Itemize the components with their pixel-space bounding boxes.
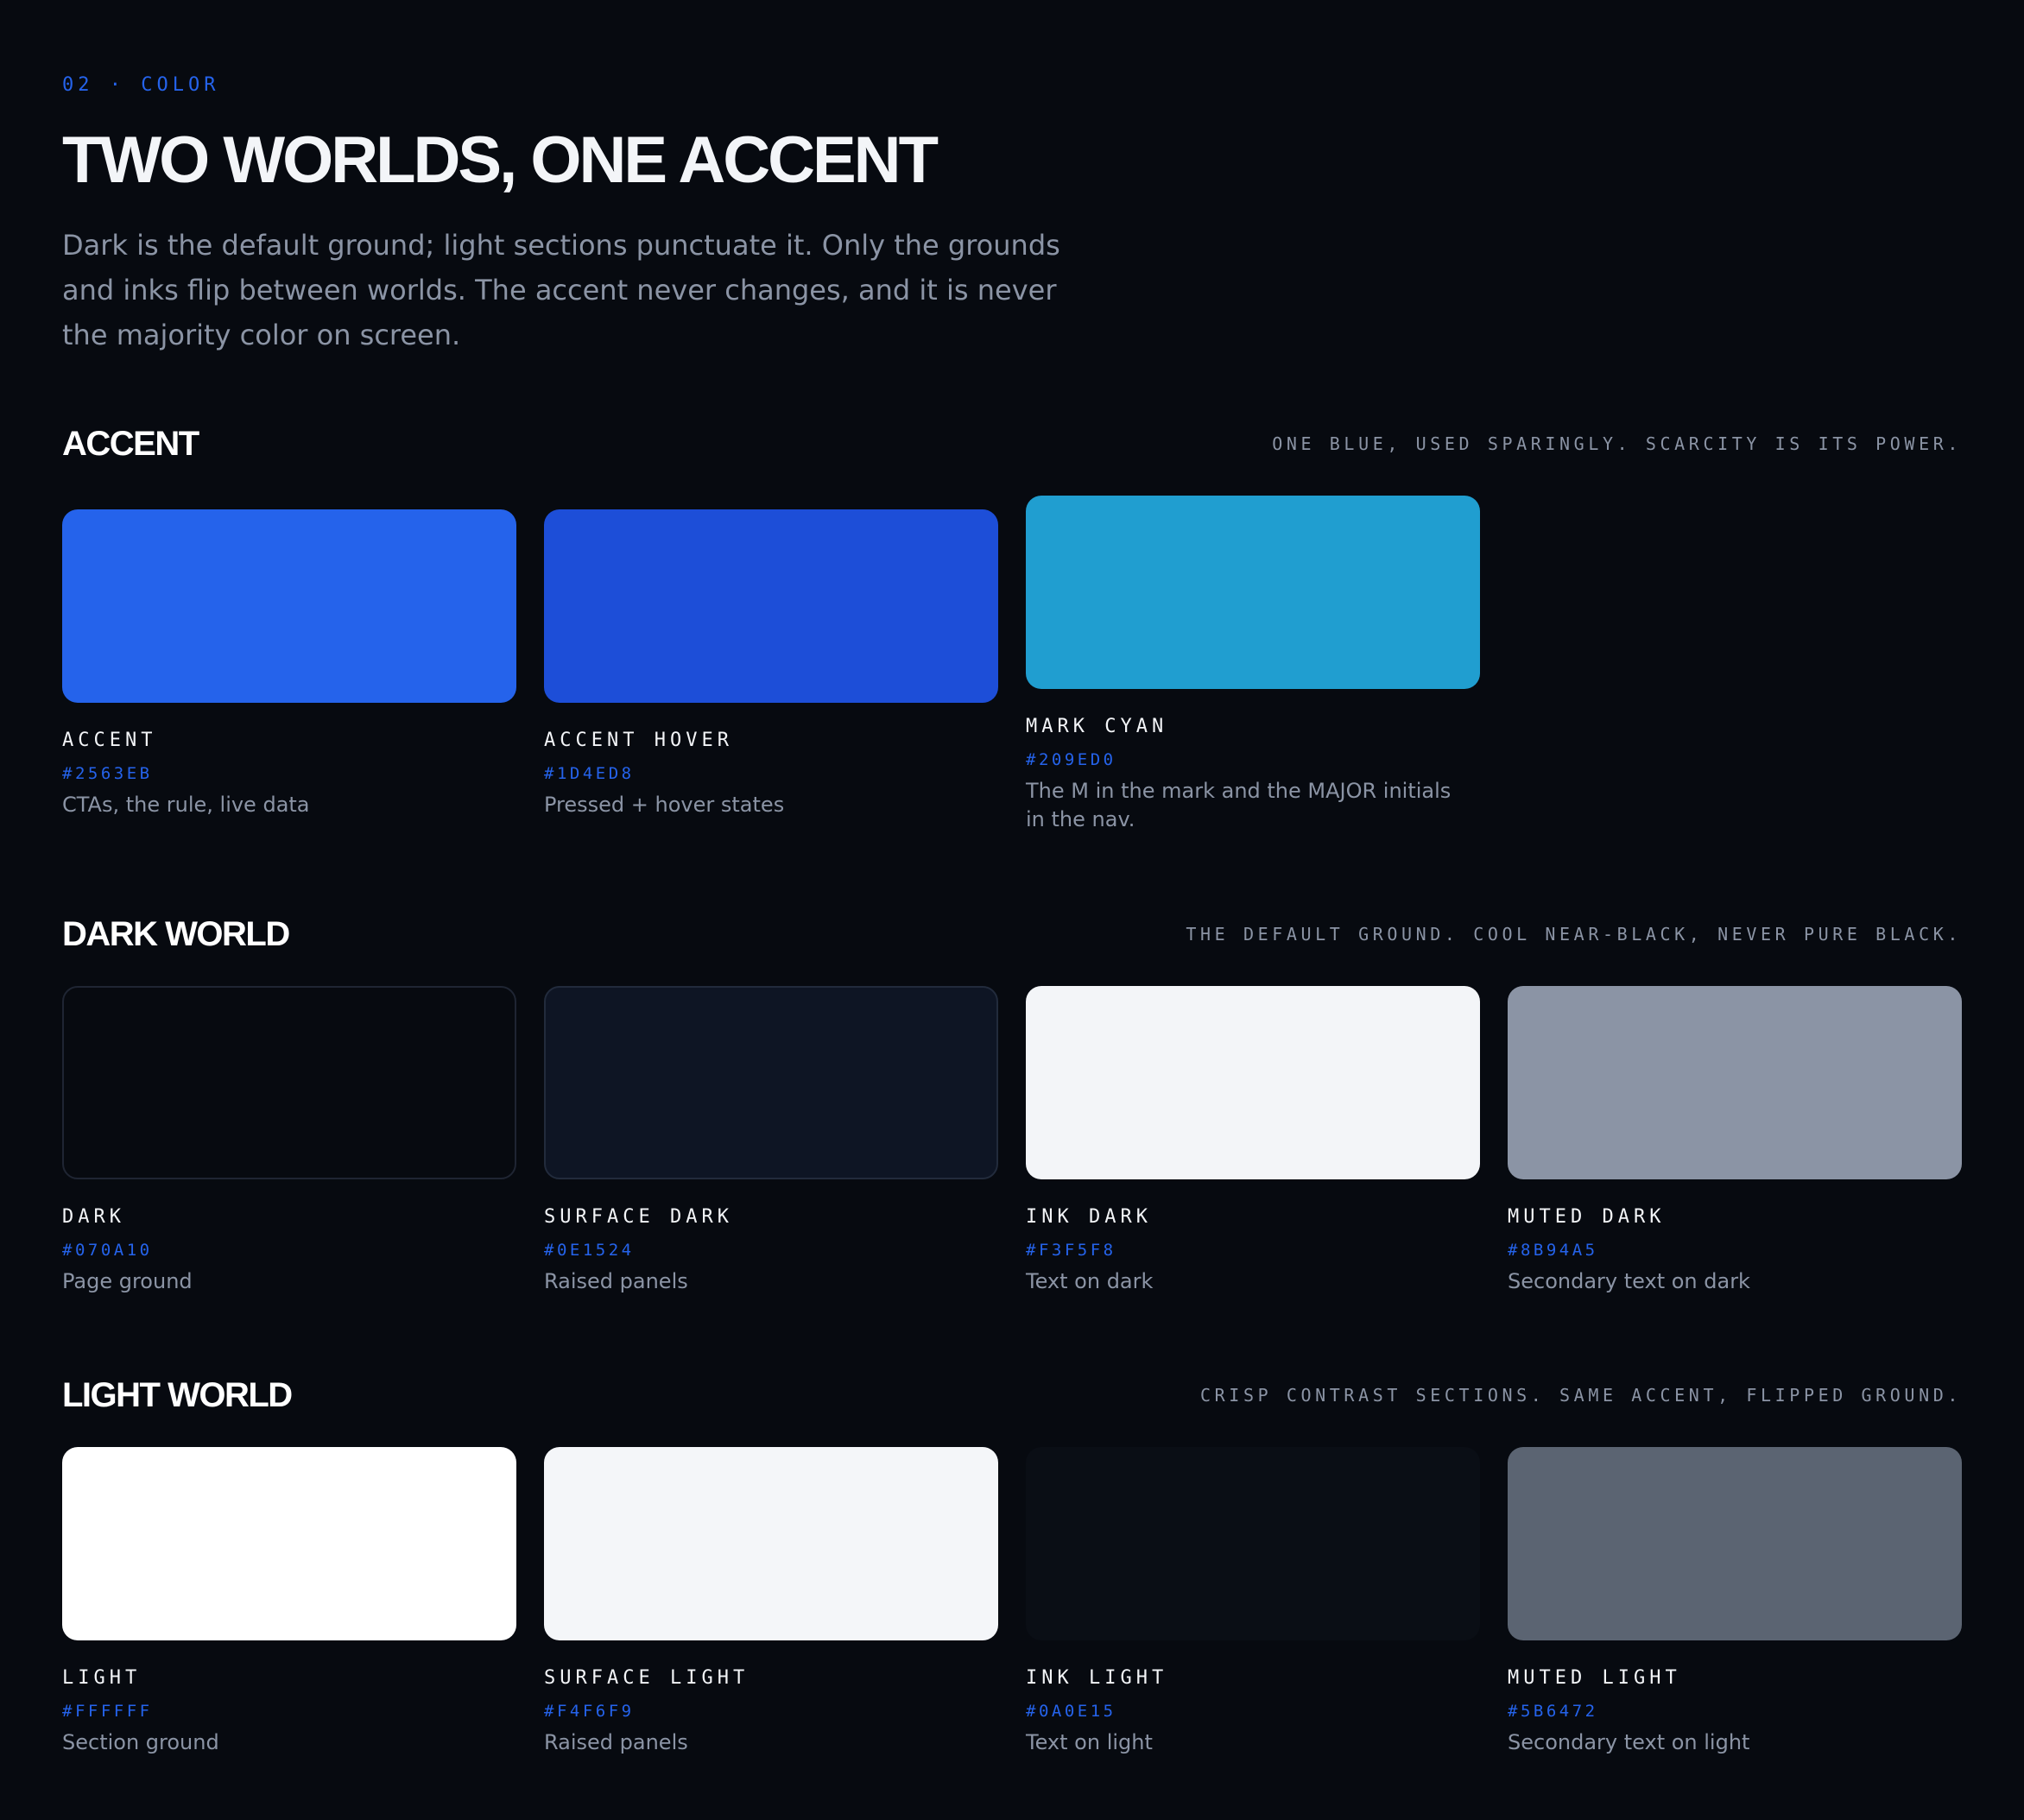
light-world-section-title: LIGHT WORLD	[62, 1376, 293, 1414]
swatch-hex: #0A0E15	[1026, 1702, 1116, 1721]
light-world-section: LIGHT WORLD CRISP CONTRAST SECTIONS. SAM…	[62, 1373, 1962, 1754]
swatch-accent-hover	[544, 509, 998, 703]
swatch-name: MARK CYAN	[1026, 716, 1168, 737]
accent-section-note: ONE BLUE, USED SPARINGLY. SCARCITY IS IT…	[1272, 433, 1962, 454]
swatch-hex: #5B6472	[1508, 1702, 1598, 1721]
dark-world-section-note: THE DEFAULT GROUND. COOL NEAR-BLACK, NEV…	[1186, 924, 1962, 945]
swatch-description: Secondary text on light	[1508, 1730, 1750, 1754]
swatch-card-surface-dark: SURFACE DARK #0E1524 Raised panels	[544, 986, 998, 1296]
swatch-ink-dark	[1026, 986, 1480, 1179]
swatch-description: CTAs, the rule, live data	[62, 793, 310, 817]
page-title: TWO WORLDS, ONE ACCENT	[62, 123, 939, 197]
swatch-mark-cyan	[1026, 496, 1480, 689]
swatch-card-muted-light: MUTED LIGHT #5B6472 Secondary text on li…	[1508, 1447, 1962, 1757]
swatch-muted-dark	[1508, 986, 1962, 1179]
swatch-name: MUTED DARK	[1508, 1206, 1666, 1228]
accent-section-title: ACCENT	[62, 425, 199, 463]
swatch-name: ACCENT	[62, 730, 157, 751]
swatch-hex: #FFFFFF	[62, 1702, 153, 1721]
swatch-name: LIGHT	[62, 1667, 142, 1689]
swatch-card-mark-cyan: MARK CYAN #209ED0 The M in the mark and …	[1026, 496, 1480, 834]
page-lede: Dark is the default ground; light sectio…	[62, 229, 1060, 351]
swatch-hex: #F4F6F9	[544, 1702, 635, 1721]
swatch-description: The M in the mark and the MAJOR initials…	[1026, 779, 1452, 831]
swatch-description: Secondary text on dark	[1508, 1269, 1750, 1293]
swatch-hex: #8B94A5	[1508, 1241, 1598, 1260]
dark-world-section-title: DARK WORLD	[62, 915, 290, 953]
swatch-name: INK LIGHT	[1026, 1667, 1168, 1689]
swatch-description: Text on dark	[1026, 1269, 1154, 1293]
swatch-hex: #2563EB	[62, 764, 153, 783]
swatch-hex: #0E1524	[544, 1241, 635, 1260]
swatch-description: Section ground	[62, 1730, 219, 1754]
light-world-swatch-grid: LIGHT #FFFFFF Section ground SURFACE LIG…	[62, 1447, 1962, 1757]
swatch-light	[62, 1447, 516, 1640]
swatch-description: Raised panels	[544, 1269, 688, 1293]
section-eyebrow: 02 · COLOR	[62, 74, 220, 96]
accent-swatch-grid: ACCENT #2563EB CTAs, the rule, live data…	[62, 496, 1480, 834]
light-world-section-header: LIGHT WORLD CRISP CONTRAST SECTIONS. SAM…	[62, 1373, 1962, 1425]
swatch-hex: #1D4ED8	[544, 764, 635, 783]
accent-section: ACCENT ONE BLUE, USED SPARINGLY. SCARCIT…	[62, 421, 1962, 831]
swatch-description: Page ground	[62, 1269, 193, 1293]
swatch-ink-light	[1026, 1447, 1480, 1640]
swatch-description: Pressed + hover states	[544, 793, 785, 817]
swatch-card-dark: DARK #070A10 Page ground	[62, 986, 516, 1296]
swatch-card-accent-hover: ACCENT HOVER #1D4ED8 Pressed + hover sta…	[544, 509, 998, 819]
swatch-name: INK DARK	[1026, 1206, 1152, 1228]
dark-world-swatch-grid: DARK #070A10 Page ground SURFACE DARK #0…	[62, 986, 1962, 1296]
swatch-name: DARK	[62, 1206, 125, 1228]
swatch-card-accent: ACCENT #2563EB CTAs, the rule, live data	[62, 509, 516, 819]
swatch-hex: #209ED0	[1026, 750, 1116, 769]
light-world-section-note: CRISP CONTRAST SECTIONS. SAME ACCENT, FL…	[1200, 1385, 1962, 1406]
swatch-surface-light	[544, 1447, 998, 1640]
swatch-hex: #F3F5F8	[1026, 1241, 1116, 1260]
accent-section-header: ACCENT ONE BLUE, USED SPARINGLY. SCARCIT…	[62, 421, 1962, 473]
swatch-dark	[62, 986, 516, 1179]
swatch-muted-light	[1508, 1447, 1962, 1640]
dark-world-section: DARK WORLD THE DEFAULT GROUND. COOL NEAR…	[62, 912, 1962, 1293]
swatch-hex: #070A10	[62, 1241, 153, 1260]
swatch-card-ink-dark: INK DARK #F3F5F8 Text on dark	[1026, 986, 1480, 1296]
swatch-accent	[62, 509, 516, 703]
swatch-description: Raised panels	[544, 1730, 688, 1754]
swatch-name: SURFACE LIGHT	[544, 1667, 750, 1689]
swatch-name: MUTED LIGHT	[1508, 1667, 1681, 1689]
swatch-name: SURFACE DARK	[544, 1206, 733, 1228]
dark-world-section-header: DARK WORLD THE DEFAULT GROUND. COOL NEAR…	[62, 912, 1962, 964]
swatch-card-muted-dark: MUTED DARK #8B94A5 Secondary text on dar…	[1508, 986, 1962, 1296]
swatch-name: ACCENT HOVER	[544, 730, 733, 751]
swatch-description: Text on light	[1026, 1730, 1153, 1754]
swatch-card-surface-light: SURFACE LIGHT #F4F6F9 Raised panels	[544, 1447, 998, 1757]
swatch-card-light: LIGHT #FFFFFF Section ground	[62, 1447, 516, 1757]
swatch-card-ink-light: INK LIGHT #0A0E15 Text on light	[1026, 1447, 1480, 1757]
swatch-surface-dark	[544, 986, 998, 1179]
